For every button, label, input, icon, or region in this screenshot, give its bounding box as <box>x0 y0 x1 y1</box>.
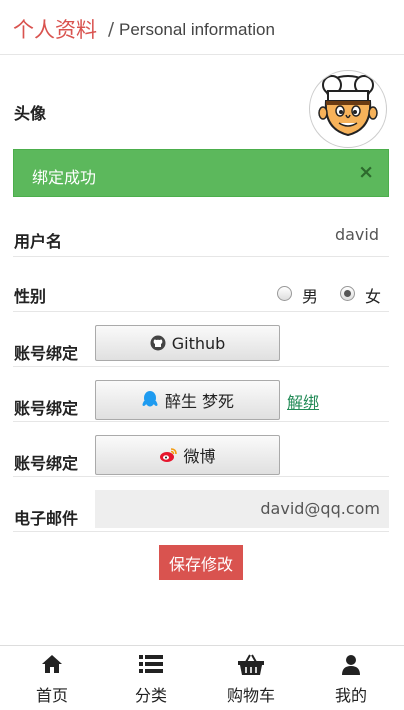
gender-male-radio[interactable] <box>277 286 292 301</box>
home-icon <box>12 654 92 676</box>
basket-icon <box>211 654 291 676</box>
github-button-label: Github <box>171 333 226 353</box>
save-button[interactable]: 保存修改 <box>159 545 243 580</box>
qq-bind-button[interactable]: 醉生 梦死 <box>95 380 280 420</box>
chef-avatar-icon <box>318 75 378 137</box>
nav-item-category[interactable]: 分类 <box>111 654 191 706</box>
page-header: 个人资料 / Personal information <box>0 0 404 55</box>
gender-female-radio[interactable] <box>340 286 355 301</box>
title-separator: / <box>108 19 115 40</box>
email-label: 电子邮件 <box>14 509 79 528</box>
binding-label: 账号绑定 <box>14 454 79 473</box>
nav-label: 分类 <box>134 686 167 705</box>
username-value: david <box>334 225 379 244</box>
list-icon <box>111 654 191 676</box>
gender-row: 性别 男 女 <box>13 256 389 312</box>
alert-message: 绑定成功 <box>32 168 97 187</box>
username-label: 用户名 <box>14 232 63 251</box>
binding-label: 账号绑定 <box>14 399 79 418</box>
bottom-nav: 首页 分类 购物车 我的 <box>0 645 404 710</box>
nav-item-profile[interactable]: 我的 <box>311 654 391 706</box>
username-row: 用户名 david <box>13 204 389 257</box>
nav-item-home[interactable]: 首页 <box>12 654 92 706</box>
page-title: 个人资料 <box>13 18 97 42</box>
gender-female-label: 女 <box>365 287 382 306</box>
nav-item-cart[interactable]: 购物车 <box>211 654 291 706</box>
user-icon <box>311 654 391 676</box>
gender-label: 性别 <box>14 287 47 306</box>
nav-label: 购物车 <box>226 686 275 705</box>
nav-label: 我的 <box>334 686 367 705</box>
weibo-icon <box>160 448 178 462</box>
nav-label: 首页 <box>35 686 68 705</box>
page-subtitle: Personal information <box>119 20 275 39</box>
avatar-label: 头像 <box>14 104 47 123</box>
avatar[interactable] <box>309 70 387 148</box>
weibo-bind-button[interactable]: 微博 <box>95 435 280 475</box>
success-alert: 绑定成功 × <box>13 149 389 197</box>
qq-button-label: 醉生 梦死 <box>164 392 235 411</box>
unbind-link[interactable]: 解绑 <box>287 389 319 413</box>
qq-icon <box>142 391 158 407</box>
github-bind-button[interactable]: Github <box>95 325 280 361</box>
weibo-button-label: 微博 <box>183 447 216 466</box>
email-value: david@qq.com <box>260 499 380 518</box>
close-icon[interactable]: × <box>358 161 374 183</box>
email-field[interactable]: david@qq.com <box>95 490 389 528</box>
binding-label: 账号绑定 <box>14 344 79 363</box>
gender-male-label: 男 <box>302 287 319 306</box>
github-icon <box>150 335 166 351</box>
